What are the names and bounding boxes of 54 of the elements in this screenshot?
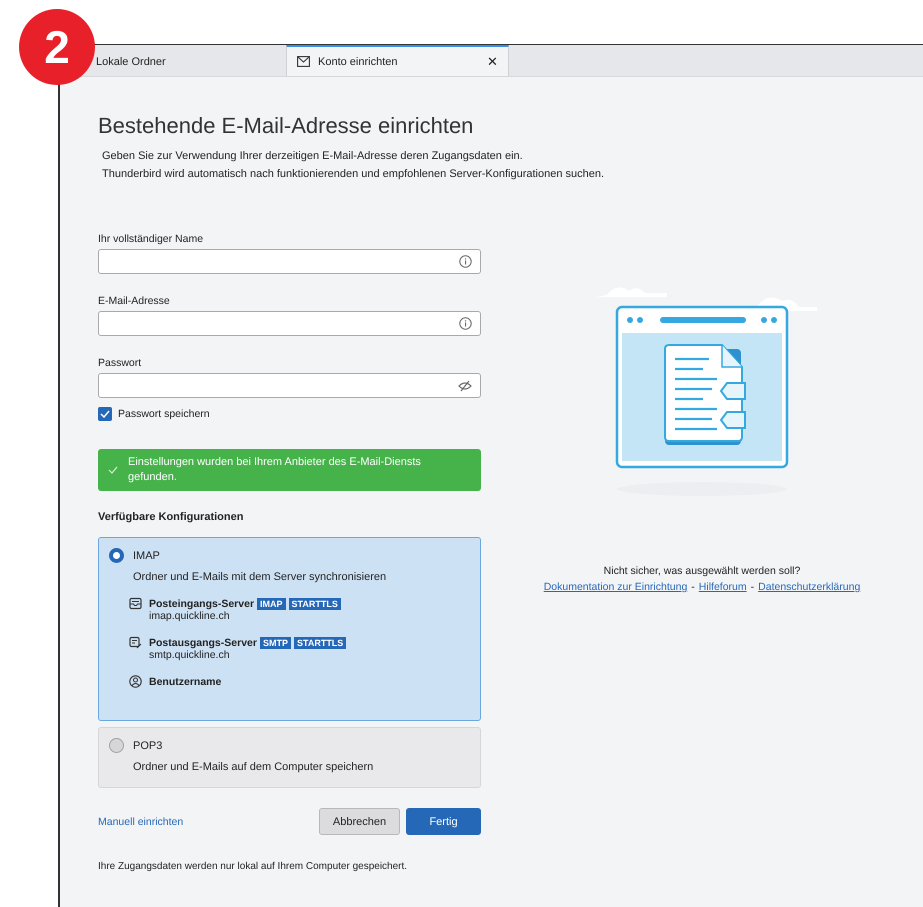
- option-description: Ordner und E-Mails auf dem Computer speichern: [133, 761, 374, 773]
- field-label: Passwort: [98, 357, 142, 369]
- option-name: IMAP: [133, 550, 160, 562]
- input-field[interactable]: [98, 249, 481, 274]
- tab[interactable]: Lokale Ordner: [96, 45, 286, 76]
- help-question: Nicht sicher, was ausgewählt werden soll?: [604, 565, 800, 577]
- help-link[interactable]: Dokumentation zur Einrichtung: [544, 581, 688, 593]
- server-host: smtp.quickline.ch: [149, 649, 231, 661]
- field-label: Ihr vollständiger Name: [98, 233, 204, 245]
- tab[interactable]: Konto einrichten ✕: [286, 45, 509, 76]
- tab-label: Konto einrichten: [318, 56, 398, 68]
- notice-text: Einstellungen wurden bei Ihrem Anbieter des E-Mail-Diensts gefunden.: [128, 455, 422, 485]
- configuration-option[interactable]: POP3 Ordner und E-Mails auf dem Computer speichern: [98, 727, 481, 788]
- radio-button[interactable]: [109, 738, 124, 753]
- link-separator: -: [691, 581, 695, 593]
- input-field[interactable]: [98, 373, 481, 398]
- protocol-tag: IMAP: [257, 598, 286, 610]
- input-field[interactable]: [98, 311, 481, 336]
- configuration-option[interactable]: IMAP Ordner und E-Mails mit dem Server synchronisieren Posteingangs-Server IMAP STARTTLS imap.quickline.ch Postausgangs-Server SMTP STARTTLS smtp.quickline.ch Benutzername: [98, 537, 481, 721]
- checkbox-label: Passwort speichern: [118, 408, 210, 420]
- server-label: Posteingangs-Server: [149, 598, 254, 610]
- protocol-tag: STARTTLS: [288, 598, 341, 610]
- hidden-eye-icon[interactable]: [458, 380, 472, 392]
- info-icon[interactable]: [459, 317, 472, 330]
- help-link[interactable]: Hilfeforum: [698, 581, 747, 593]
- info-icon[interactable]: [459, 255, 472, 268]
- help-link[interactable]: Datenschutzerklärung: [758, 581, 860, 593]
- option-description: Ordner und E-Mails mit dem Server synchronisieren: [133, 571, 388, 583]
- privacy-note: Ihre Zugangsdaten werden nur lokal auf Ihrem Computer gespeichert.: [98, 861, 408, 872]
- server-label: Benutzername: [149, 676, 222, 688]
- cancel-button[interactable]: Abbrechen: [319, 808, 400, 835]
- done-button[interactable]: Fertig: [406, 808, 481, 835]
- tab-label: Lokale Ordner: [96, 56, 167, 68]
- page-title: Bestehende E-Mail-Adresse einrichten: [98, 113, 474, 139]
- description-text: Geben Sie zur Verwendung Ihrer derzeitigen E-Mail-Adresse deren Zugangsdaten ein.: [101, 149, 523, 164]
- section-heading: Verfügbare Konfigurationen: [98, 511, 244, 523]
- inbox-icon: [129, 597, 142, 610]
- field-label: E-Mail-Adresse: [98, 295, 171, 307]
- radio-button[interactable]: [109, 548, 124, 563]
- server-host: imap.quickline.ch: [149, 610, 231, 622]
- server-label: Postausgangs-Server: [149, 636, 257, 648]
- link-separator: -: [750, 581, 754, 593]
- close-icon[interactable]: ✕: [487, 54, 498, 69]
- protocol-tag: STARTTLS: [294, 636, 346, 648]
- outbox-icon: [129, 636, 142, 649]
- protocol-tag: SMTP: [260, 636, 291, 648]
- description-text: Thunderbird wird automatisch nach funktionierenden und empfohlenen Server-Konfigurationen suchen.: [101, 167, 604, 182]
- check-icon: [108, 466, 118, 474]
- envelope-icon: [297, 56, 310, 67]
- user-icon: [129, 675, 142, 688]
- option-name: POP3: [133, 740, 162, 752]
- manual-setup-link[interactable]: Manuell einrichten: [98, 816, 313, 828]
- step-number-badge: 2: [19, 9, 95, 85]
- checkbox[interactable]: [98, 407, 112, 421]
